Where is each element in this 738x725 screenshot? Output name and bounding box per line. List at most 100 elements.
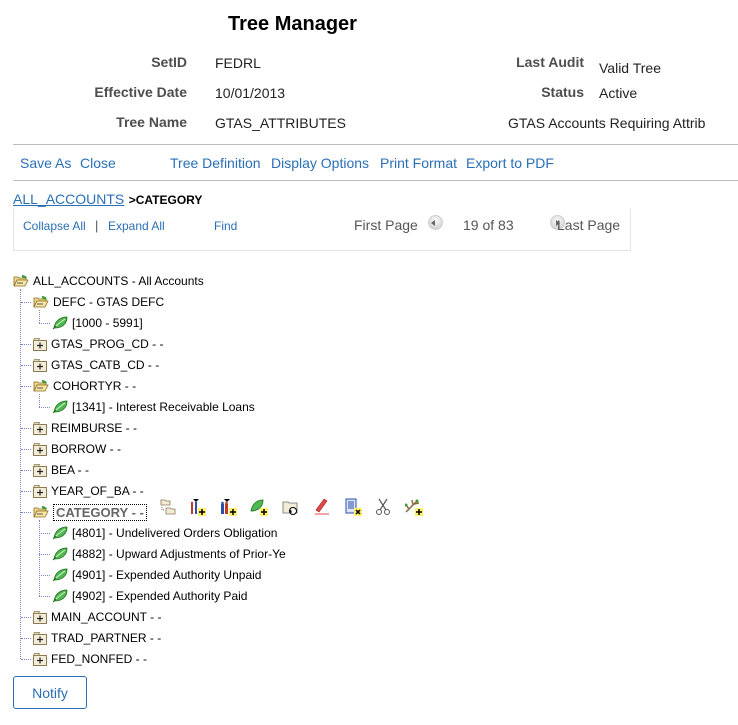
- tree-guide-line: [39, 533, 50, 534]
- node-label[interactable]: MAIN_ACCOUNT - -: [51, 610, 161, 624]
- node-label[interactable]: BORROW - -: [51, 442, 121, 456]
- export-pdf-link[interactable]: Export to PDF: [466, 155, 554, 171]
- toolbar-separator: |: [95, 218, 99, 233]
- tree-folder-node[interactable]: TRAD_PARTNER - -: [32, 628, 161, 648]
- node-label[interactable]: [1341] - Interest Receivable Loans: [72, 400, 255, 414]
- open-folder-icon[interactable]: [33, 295, 49, 309]
- expand-folder-icon[interactable]: [32, 421, 47, 435]
- breadcrumb: ALL_ACCOUNTS >CATEGORY: [13, 191, 202, 209]
- node-label[interactable]: [4801] - Undelivered Orders Obligation: [72, 526, 277, 540]
- cut-paste-node-icon[interactable]: [159, 498, 177, 516]
- node-label[interactable]: COHORTYR - -: [53, 379, 136, 393]
- open-folder-icon[interactable]: [33, 505, 49, 519]
- tree-leaf-node[interactable]: [4901] - Expended Authority Unpaid: [52, 565, 261, 585]
- expand-folder-icon[interactable]: [32, 610, 47, 624]
- node-label[interactable]: ALL_ACCOUNTS - All Accounts: [33, 274, 204, 288]
- find-link[interactable]: Find: [214, 219, 237, 233]
- save-as-link[interactable]: Save As: [20, 155, 71, 171]
- expand-folder-icon[interactable]: [32, 358, 47, 372]
- tree-root-node[interactable]: ALL_ACCOUNTS - All Accounts: [13, 271, 204, 291]
- node-label[interactable]: YEAR_OF_BA - -: [51, 484, 144, 498]
- expand-folder-icon[interactable]: [32, 337, 47, 351]
- leaf-icon: [52, 316, 68, 330]
- edit-data-icon[interactable]: [312, 498, 330, 516]
- expand-folder-icon[interactable]: [32, 463, 47, 477]
- node-label[interactable]: CATEGORY - -: [53, 503, 147, 521]
- expand-all-link[interactable]: Expand All: [108, 219, 165, 233]
- add-branch-icon[interactable]: [404, 498, 423, 516]
- expand-folder-icon[interactable]: [32, 484, 47, 498]
- page-info: 19 of 83: [463, 217, 514, 233]
- tree-leaf-node[interactable]: [4882] - Upward Adjustments of Prior-Ye: [52, 544, 286, 564]
- previous-page-icon[interactable]: [428, 215, 443, 230]
- node-label[interactable]: FED_NONFED - -: [51, 652, 147, 666]
- tree-guide-line: [21, 470, 31, 471]
- tree-folder-node[interactable]: MAIN_ACCOUNT - -: [32, 607, 161, 627]
- expand-folder-icon[interactable]: [32, 652, 47, 666]
- node-label[interactable]: BEA - -: [51, 463, 89, 477]
- close-link[interactable]: Close: [80, 155, 116, 171]
- first-page-link[interactable]: First Page: [354, 217, 418, 233]
- leaf-icon: [52, 589, 68, 603]
- tree-guide-line: [39, 575, 50, 576]
- expand-folder-icon[interactable]: [32, 442, 47, 456]
- tree-name-label: Tree Name: [116, 114, 187, 130]
- insert-detail-icon[interactable]: [250, 498, 268, 516]
- tree-guide-line: [39, 554, 50, 555]
- display-options-link[interactable]: Display Options: [271, 155, 369, 171]
- node-label[interactable]: REIMBURSE - -: [51, 421, 137, 435]
- tree-folder-node[interactable]: REIMBURSE - -: [32, 418, 137, 438]
- tree-leaf-node[interactable]: [1000 - 5991]: [52, 313, 143, 333]
- leaf-icon: [52, 547, 68, 561]
- tree-name-value: GTAS_ATTRIBUTES: [215, 115, 346, 131]
- collapse-all-link[interactable]: Collapse All: [23, 219, 86, 233]
- tree-leaf-node[interactable]: [1341] - Interest Receivable Loans: [52, 397, 255, 417]
- tree-guide-line: [39, 310, 40, 323]
- open-folder-icon[interactable]: [33, 379, 49, 393]
- open-folder-icon[interactable]: [13, 274, 29, 288]
- effective-date-label: Effective Date: [94, 84, 187, 100]
- effective-date-value: 10/01/2013: [215, 85, 286, 101]
- breadcrumb-current: >CATEGORY: [128, 193, 203, 207]
- move-folder-icon[interactable]: [282, 498, 300, 516]
- tree-folder-node[interactable]: GTAS_PROG_CD - -: [32, 334, 163, 354]
- node-label[interactable]: [4901] - Expended Authority Unpaid: [72, 568, 261, 582]
- node-label[interactable]: GTAS_CATB_CD - -: [51, 358, 159, 372]
- last-page-link[interactable]: Last Page: [557, 217, 620, 233]
- last-audit-value: Valid Tree: [599, 60, 661, 76]
- node-label[interactable]: DEFC - GTAS DEFC: [53, 295, 164, 309]
- leaf-icon: [52, 526, 68, 540]
- tree-definition-link[interactable]: Tree Definition: [170, 155, 261, 171]
- cut-icon[interactable]: [374, 498, 392, 516]
- tree-guide-line: [21, 302, 31, 303]
- tree-leaf-node[interactable]: [4902] - Expended Authority Paid: [52, 586, 247, 606]
- tree-folder-node[interactable]: FED_NONFED - -: [32, 649, 147, 669]
- breadcrumb-root-link[interactable]: ALL_ACCOUNTS: [13, 191, 124, 207]
- node-label[interactable]: [4902] - Expended Authority Paid: [72, 589, 247, 603]
- setid-value: FEDRL: [215, 55, 261, 71]
- tree-folder-node[interactable]: BEA - -: [32, 460, 89, 480]
- tree-folder-node[interactable]: YEAR_OF_BA - -: [32, 481, 144, 501]
- tree-folder-node[interactable]: GTAS_CATB_CD - -: [32, 355, 159, 375]
- tree-guide-line: [39, 596, 50, 597]
- insert-sibling-node-icon[interactable]: [219, 498, 237, 516]
- tree-leaf-node[interactable]: [4801] - Undelivered Orders Obligation: [52, 523, 277, 543]
- tree-folder-node[interactable]: DEFC - GTAS DEFC: [33, 292, 164, 312]
- delete-node-icon[interactable]: [344, 498, 362, 516]
- tree-guide-line: [39, 407, 50, 408]
- tree-folder-node[interactable]: BORROW - -: [32, 439, 121, 459]
- node-label[interactable]: TRAD_PARTNER - -: [51, 631, 161, 645]
- expand-folder-icon[interactable]: [32, 631, 47, 645]
- print-format-link[interactable]: Print Format: [380, 155, 457, 171]
- leaf-icon: [52, 400, 68, 414]
- page-title: Tree Manager: [228, 13, 357, 35]
- insert-child-node-icon[interactable]: [188, 498, 206, 516]
- tree-folder-node[interactable]: COHORTYR - -: [33, 376, 136, 396]
- last-audit-label: Last Audit: [516, 54, 584, 70]
- notify-button[interactable]: Notify: [13, 676, 87, 709]
- node-label[interactable]: [4882] - Upward Adjustments of Prior-Ye: [72, 547, 286, 561]
- tree-folder-node[interactable]: CATEGORY - -: [33, 502, 147, 522]
- node-label[interactable]: GTAS_PROG_CD - -: [51, 337, 163, 351]
- tree-guide-line: [39, 520, 40, 596]
- node-label[interactable]: [1000 - 5991]: [72, 316, 143, 330]
